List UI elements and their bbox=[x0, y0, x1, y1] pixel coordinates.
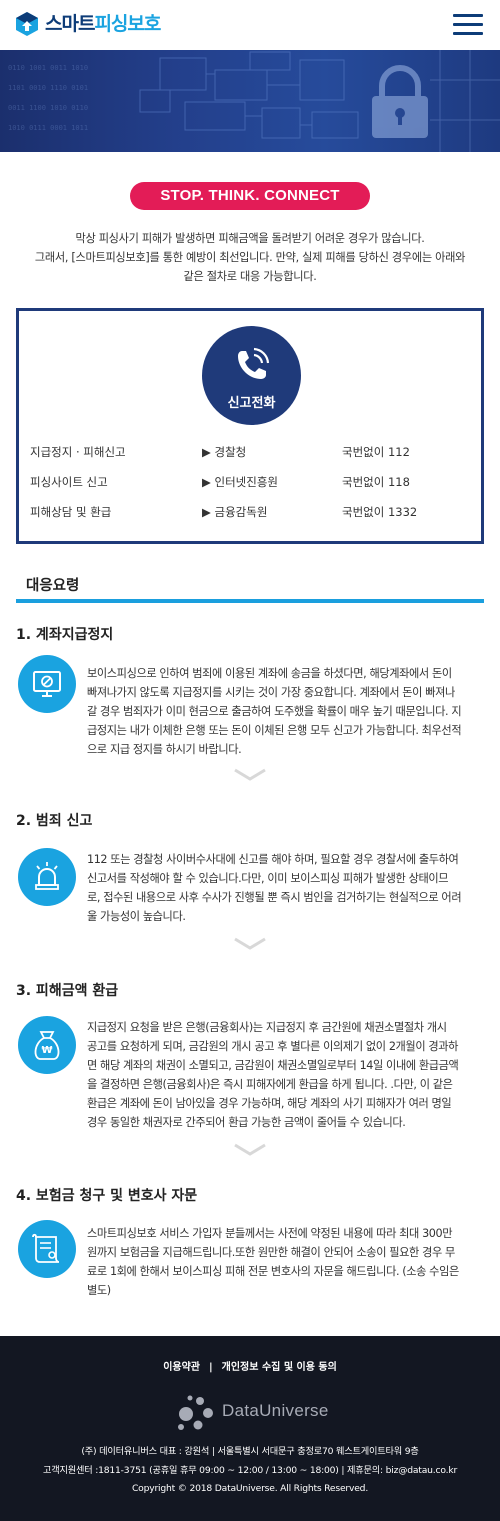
company-address: (주) 데이터유니버스 대표 : 강원석 | 서울특별시 서대문구 충정로70 … bbox=[81, 1446, 419, 1457]
slogan-badge: STOP. THINK. CONNECT bbox=[130, 182, 370, 210]
intro-text: 막상 피싱사기 피해가 발생하면 피해금액을 돌려받기 어려운 경우가 많습니다… bbox=[18, 229, 482, 286]
step-title: 3. 피해금액 환급 bbox=[16, 983, 119, 999]
step-description: 지급정지 요청을 받은 은행(금융회사)는 지급정지 후 금간원에 채권소멸절차… bbox=[87, 1021, 459, 1129]
chevron-down-icon bbox=[234, 1143, 266, 1156]
report-agency: ▶ 금융감독원 bbox=[202, 505, 268, 519]
logo-text: 스마트피싱보호 bbox=[45, 13, 161, 35]
report-phone-box: 신고전화 지급정지 · 피해신고 ▶ 경찰청 국번없이 112 피싱사이트 신고… bbox=[16, 308, 484, 544]
svg-text:₩: ₩ bbox=[41, 1045, 52, 1056]
hero-banner: 0110 1001 0011 1010 1101 0010 1110 0101 0… bbox=[0, 50, 500, 152]
svg-text:0011 1100 1010 0110: 0011 1100 1010 0110 bbox=[8, 104, 88, 112]
intro-line: 같은 절차로 대응 가능합니다. bbox=[183, 270, 317, 283]
privacy-link[interactable]: 개인정보 수집 및 이용 동의 bbox=[222, 1362, 337, 1373]
section-divider bbox=[16, 599, 484, 603]
site-header: 스마트피싱보호 bbox=[0, 0, 500, 50]
step-title: 1. 계좌지급정지 bbox=[16, 627, 114, 643]
svg-text:1101 0010 1110 0101: 1101 0010 1110 0101 bbox=[8, 84, 88, 92]
chevron-down-icon bbox=[234, 768, 266, 781]
intro-line: 막상 피싱사기 피해가 발생하면 피해금액을 돌려받기 어려운 경우가 많습니다… bbox=[75, 232, 425, 245]
security-banner-image: 0110 1001 0011 1010 1101 0010 1110 0101 0… bbox=[8, 50, 500, 152]
report-type: 피싱사이트 신고 bbox=[30, 475, 108, 489]
report-agency: ▶ 경찰청 bbox=[202, 445, 247, 459]
site-footer: 이용약관 | 개인정보 수집 및 이용 동의 DataUniverse (주) 데이… bbox=[0, 1336, 500, 1521]
report-row: 피해상담 및 환급 ▶ 금융감독원 국번없이 1332 bbox=[30, 504, 480, 522]
report-phone-title: 신고전화 bbox=[227, 396, 276, 411]
chevron-down-icon bbox=[234, 937, 266, 950]
copyright: Copyright © 2018 DataUniverse. All Right… bbox=[131, 1483, 369, 1494]
report-row: 피싱사이트 신고 ▶ 인터넷진흥원 국번없이 118 bbox=[30, 474, 480, 492]
step-description: 112 또는 경찰청 사이버수사대에 신고를 해야 하며, 필요할 경우 경찰서… bbox=[87, 853, 462, 923]
company-info: (주) 데이터유니버스 대표 : 강원석 | 서울특별시 서대문구 충정로70 … bbox=[0, 1443, 500, 1499]
svg-text:1010 0111 0001 1011: 1010 0111 0001 1011 bbox=[8, 124, 88, 132]
report-row: 지급정지 · 피해신고 ▶ 경찰청 국번없이 112 bbox=[30, 444, 480, 462]
money-bag-icon: ₩ bbox=[18, 1016, 76, 1074]
step-description: 스마트피싱보호 서비스 가입자 분들께서는 사전에 약정된 내용에 따라 최대 … bbox=[87, 1227, 459, 1297]
intro-line: 그래서, [스마트피싱보호]를 통한 예방이 최선입니다. 만약, 실제 피해를… bbox=[34, 251, 466, 264]
step-description: 보이스피싱으로 인하여 범죄에 이용된 계좌에 송금을 하셨다면, 해당계좌에서… bbox=[87, 667, 462, 756]
step-title: 2. 범죄 신고 bbox=[16, 813, 93, 829]
siren-icon bbox=[18, 848, 76, 906]
phone-icon bbox=[238, 347, 270, 379]
support-contact: 고객지원센터 :1811-3751 (공휴일 휴무 09:00 ~ 12:00 … bbox=[42, 1464, 458, 1476]
certificate-scroll-icon bbox=[18, 1220, 76, 1278]
footer-links: 이용약관 | 개인정보 수집 및 이용 동의 bbox=[0, 1358, 500, 1373]
report-phone-badge: 신고전화 bbox=[202, 326, 301, 425]
report-number[interactable]: 국번없이 118 bbox=[342, 474, 410, 490]
step-title: 4. 보험금 청구 및 변호사 자문 bbox=[16, 1188, 198, 1204]
molecule-logo-icon bbox=[178, 1395, 213, 1430]
monitor-block-icon bbox=[18, 655, 76, 713]
report-number[interactable]: 국번없이 112 bbox=[342, 444, 410, 460]
svg-text:0110 1001 0011 1010: 0110 1001 0011 1010 bbox=[8, 64, 88, 72]
hamburger-menu-button[interactable] bbox=[453, 12, 483, 38]
report-number[interactable]: 국번없이 1332 bbox=[342, 504, 417, 520]
report-type: 지급정지 · 피해신고 bbox=[30, 445, 126, 459]
link-separator: | bbox=[209, 1362, 213, 1373]
terms-link[interactable]: 이용약관 bbox=[163, 1362, 200, 1373]
response-heading: 대응요령 bbox=[26, 578, 80, 594]
report-type: 피해상담 및 환급 bbox=[30, 505, 112, 519]
site-logo[interactable]: 스마트피싱보호 bbox=[14, 11, 161, 37]
shield-arrow-logo-icon bbox=[16, 12, 38, 36]
brand-name: DataUniverse bbox=[222, 1401, 329, 1420]
report-agency: ▶ 인터넷진흥원 bbox=[202, 475, 278, 489]
dataunivers-logo: DataUniverse bbox=[176, 1392, 329, 1432]
